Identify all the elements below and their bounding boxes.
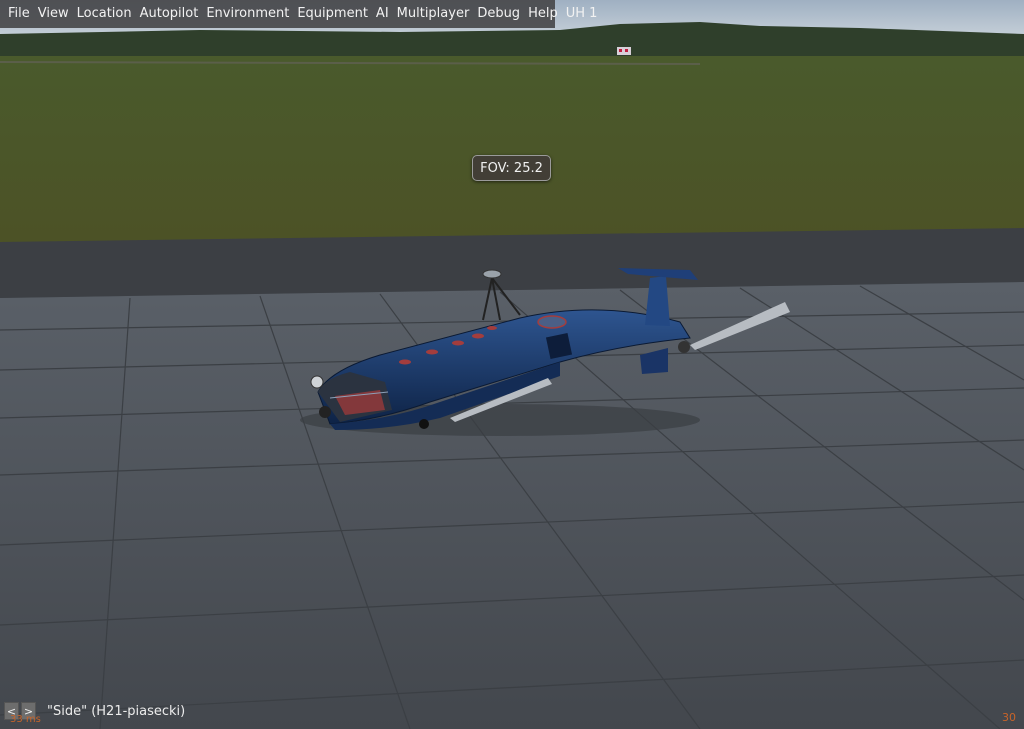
menu-equipment[interactable]: Equipment: [293, 0, 372, 28]
frame-latency: 33 ms: [10, 714, 41, 725]
menu-file[interactable]: File: [4, 0, 34, 28]
view-name-label: "Side" (H21-piasecki): [47, 703, 186, 719]
fov-popup: FOV: 25.2: [472, 155, 551, 181]
simulator-viewport[interactable]: [0, 0, 1024, 729]
menu-environment[interactable]: Environment: [202, 0, 293, 28]
menu-ai[interactable]: AI: [372, 0, 393, 28]
menu-location[interactable]: Location: [73, 0, 136, 28]
menu-multiplayer[interactable]: Multiplayer: [393, 0, 474, 28]
menu-bar: File View Location Autopilot Environment…: [0, 0, 597, 28]
menu-debug[interactable]: Debug: [473, 0, 524, 28]
menu-autopilot[interactable]: Autopilot: [136, 0, 203, 28]
grass-field: [0, 56, 1024, 242]
menu-help[interactable]: Help: [524, 0, 562, 28]
menu-uh1[interactable]: UH 1: [562, 0, 602, 28]
menu-view[interactable]: View: [34, 0, 73, 28]
fps-counter: 30: [1002, 711, 1016, 724]
